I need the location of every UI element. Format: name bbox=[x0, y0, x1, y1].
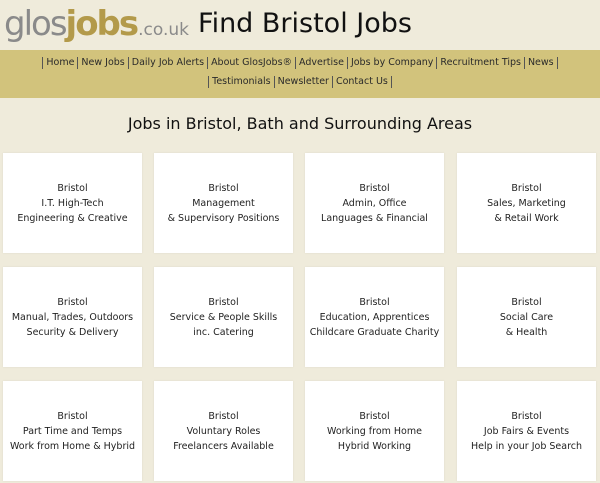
site-header: glosjobs.co.uk Find Bristol Jobs bbox=[0, 0, 600, 50]
job-category-card[interactable]: Bristol Service & People Skills inc. Cater… bbox=[154, 267, 293, 367]
card-location: Bristol bbox=[511, 411, 542, 422]
card-category: Sales, Marketing bbox=[487, 198, 566, 209]
card-category: Social Care bbox=[499, 312, 554, 323]
nav-item-newsletter[interactable]: Newsletter bbox=[273, 76, 332, 88]
card-location: Bristol bbox=[208, 297, 239, 308]
card-location: Bristol bbox=[511, 183, 542, 194]
nav-item-daily-job-alerts[interactable]: Daily Job Alerts bbox=[127, 57, 207, 69]
page-title: Find Bristol Jobs bbox=[198, 8, 412, 39]
card-subcategory: Engineering & Creative bbox=[17, 213, 128, 224]
card-subcategory: Languages & Financial bbox=[321, 213, 428, 224]
nav-item-recruitment-tips[interactable]: Recruitment Tips bbox=[436, 57, 524, 69]
job-category-card[interactable]: Bristol Voluntary Roles Freelancers Availa… bbox=[154, 381, 293, 481]
card-category: Job Fairs & Events bbox=[483, 426, 570, 437]
card-subcategory: Hybrid Working bbox=[337, 441, 412, 452]
job-category-card[interactable]: Bristol Part Time and Temps Work from Home… bbox=[3, 381, 142, 481]
logo-text-glos: glos bbox=[4, 4, 68, 44]
job-category-card[interactable]: Bristol I.T. High-Tech Engineering & Creat… bbox=[3, 153, 142, 253]
logo-text-jobs: jobs bbox=[65, 4, 140, 44]
job-category-card[interactable]: Bristol Manual, Trades, Outdoors Security … bbox=[3, 267, 142, 367]
job-category-card[interactable]: Bristol Job Fairs & Events Help in your Jo… bbox=[457, 381, 596, 481]
card-subcategory: inc. Catering bbox=[193, 327, 254, 338]
card-location: Bristol bbox=[57, 183, 88, 194]
card-category: I.T. High-Tech bbox=[41, 198, 104, 209]
section-heading: Jobs in Bristol, Bath and Surrounding Ar… bbox=[127, 114, 473, 133]
card-subcategory: Freelancers Available bbox=[173, 441, 274, 452]
nav-row-2: Testimonials Newsletter Contact Us bbox=[0, 76, 600, 88]
card-location: Bristol bbox=[57, 411, 88, 422]
nav-item-advertise[interactable]: Advertise bbox=[295, 57, 347, 69]
job-category-card[interactable]: Bristol Sales, Marketing & Retail Work bbox=[457, 153, 596, 253]
job-category-card[interactable]: Bristol Education, Apprentices Childcare G… bbox=[305, 267, 444, 367]
job-category-card[interactable]: Bristol Working from Home Hybrid Working bbox=[305, 381, 444, 481]
card-subcategory: & Supervisory Positions bbox=[167, 213, 280, 224]
card-category: Admin, Office bbox=[342, 198, 407, 209]
card-location: Bristol bbox=[359, 297, 390, 308]
card-category: Manual, Trades, Outdoors bbox=[11, 312, 134, 323]
nav-item-about[interactable]: About GlosJobs® bbox=[207, 57, 295, 69]
card-category: Management bbox=[192, 198, 255, 209]
card-subcategory: & Health bbox=[505, 327, 548, 338]
site-logo[interactable]: glosjobs.co.uk bbox=[4, 4, 189, 50]
card-subcategory: Childcare Graduate Charity bbox=[309, 327, 440, 338]
nav-item-home[interactable]: Home bbox=[42, 57, 77, 69]
job-category-card[interactable]: Bristol Management & Supervisory Positions bbox=[154, 153, 293, 253]
card-category: Working from Home bbox=[327, 426, 422, 437]
card-subcategory: Work from Home & Hybrid bbox=[9, 441, 136, 452]
card-location: Bristol bbox=[359, 183, 390, 194]
logo-text-domain: .co.uk bbox=[138, 20, 190, 40]
nav-item-jobs-by-company[interactable]: Jobs by Company bbox=[346, 57, 436, 69]
nav-item-testimonials[interactable]: Testimonials bbox=[208, 76, 273, 88]
card-location: Bristol bbox=[511, 297, 542, 308]
card-location: Bristol bbox=[359, 411, 390, 422]
card-category: Part Time and Temps bbox=[22, 426, 123, 437]
job-category-grid: Bristol I.T. High-Tech Engineering & Creat… bbox=[3, 153, 600, 483]
main-navigation: Home New Jobs Daily Job Alerts About GlosJo… bbox=[0, 50, 600, 98]
card-location: Bristol bbox=[57, 297, 88, 308]
nav-row-1: Home New Jobs Daily Job Alerts About GlosJo… bbox=[0, 57, 600, 69]
nav-item-contact-us[interactable]: Contact Us bbox=[331, 76, 392, 88]
card-location: Bristol bbox=[208, 411, 239, 422]
job-category-card[interactable]: Bristol Admin, Office Languages & Financia… bbox=[305, 153, 444, 253]
nav-item-new-jobs[interactable]: New Jobs bbox=[77, 57, 127, 69]
card-category: Voluntary Roles bbox=[186, 426, 261, 437]
job-category-card[interactable]: Bristol Social Care & Health bbox=[457, 267, 596, 367]
nav-item-news[interactable]: News bbox=[523, 57, 558, 69]
card-subcategory: & Retail Work bbox=[494, 213, 559, 224]
card-subcategory: Help in your Job Search bbox=[470, 441, 583, 452]
card-subcategory: Security & Delivery bbox=[26, 327, 119, 338]
card-location: Bristol bbox=[208, 183, 239, 194]
card-category: Service & People Skills bbox=[169, 312, 278, 323]
card-category: Education, Apprentices bbox=[319, 312, 430, 323]
